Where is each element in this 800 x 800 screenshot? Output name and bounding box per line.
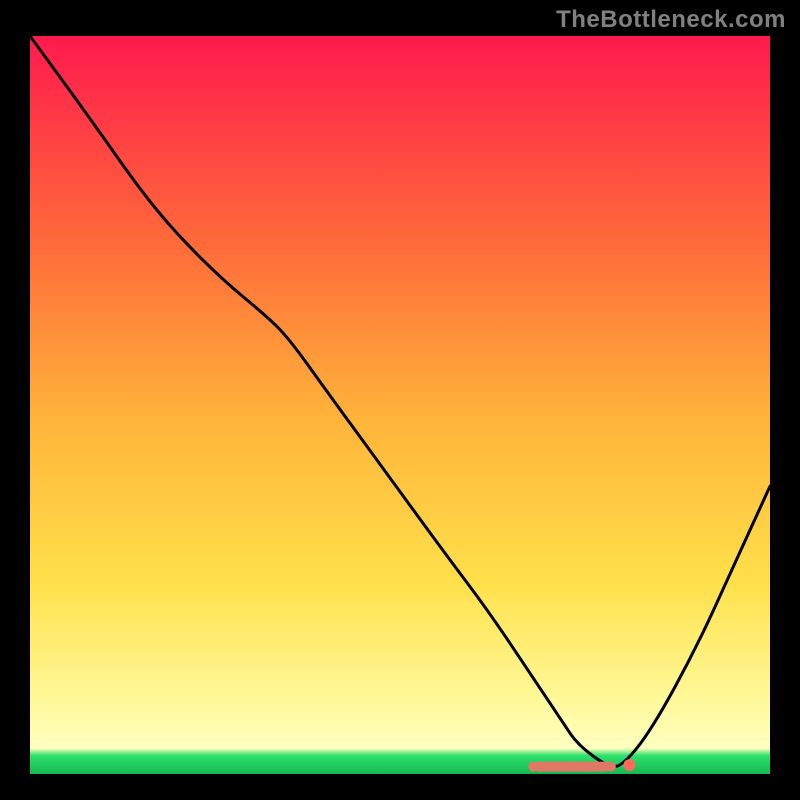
marker-dot (550, 762, 560, 772)
marker-dot (539, 762, 549, 772)
chart-stage: TheBottleneck.com (0, 0, 800, 800)
marker-dot (580, 762, 590, 772)
marker-dot (591, 762, 601, 772)
marker-dot (562, 762, 572, 772)
plot-area (30, 36, 770, 774)
markers-layer (30, 36, 770, 774)
marker-dot-end (623, 759, 635, 771)
watermark-label: TheBottleneck.com (556, 6, 786, 34)
highlight-band-markers (528, 759, 635, 772)
marker-dot (606, 762, 616, 772)
marker-dot (528, 762, 538, 772)
